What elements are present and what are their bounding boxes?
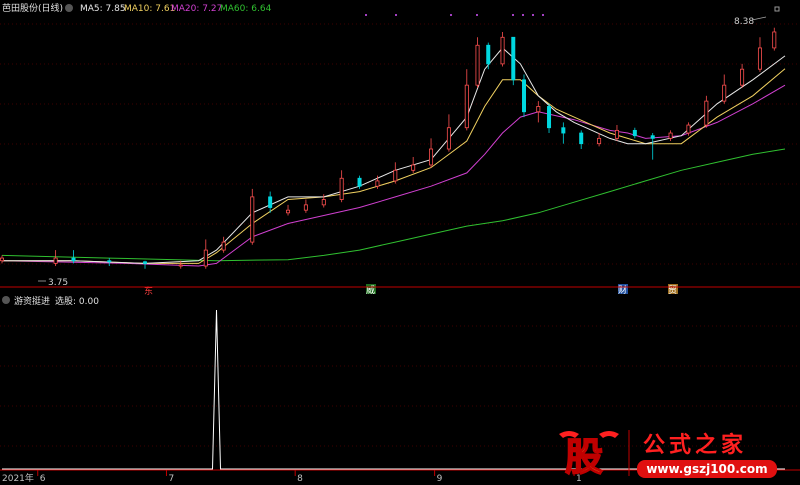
watermark-graphic: 股 公式之家 www.gszj100.com: [559, 430, 777, 480]
indicator-name: 游资挺进: [14, 295, 50, 307]
candle-body: [547, 106, 552, 129]
candle-body: [486, 44, 491, 65]
event-marker-4[interactable]: 贸: [668, 284, 677, 296]
dot-mark: [476, 14, 478, 16]
candle-body: [579, 132, 584, 145]
candle-body: [250, 196, 255, 243]
high-price-label: 8.38: [734, 17, 754, 27]
candle-body: [757, 47, 762, 70]
dot-mark: [542, 14, 544, 16]
settings-dot-icon[interactable]: [65, 4, 73, 12]
candle-body: [143, 261, 148, 264]
watermark: 股 公式之家 www.gszj100.com: [555, 424, 785, 482]
candle-body: [286, 209, 291, 214]
chart-window: 芭田股份(日线) MA5: 7.85 MA10: 7.61 MA20: 7.27…: [0, 0, 800, 485]
candle-body: [429, 148, 434, 166]
indicator-settings-icon[interactable]: [2, 296, 10, 304]
candle-body: [464, 84, 469, 129]
dot-mark: [512, 14, 514, 16]
dot-mark: [365, 14, 367, 16]
candle-body: [772, 31, 777, 49]
candle-body: [0, 257, 4, 262]
x-tick-label: 9: [437, 474, 443, 484]
x-axis-ticks: 67891: [37, 470, 582, 484]
candle-body: [722, 84, 727, 102]
candle-body: [53, 257, 58, 264]
stock-chart: 芭田股份(日线) MA5: 7.85 MA10: 7.61 MA20: 7.27…: [0, 0, 800, 484]
event-marker-2[interactable]: 威: [366, 284, 375, 296]
candle-body: [614, 129, 619, 139]
candle-body: [500, 36, 505, 65]
x-axis-year-label: 2021年: [2, 472, 34, 484]
candle-body: [411, 164, 416, 171]
candle-body: [107, 260, 112, 263]
candle-body: [268, 196, 273, 208]
ma60-label: MA60: 6.64: [220, 4, 272, 14]
header-legend: 芭田股份(日线) MA5: 7.85 MA10: 7.61 MA20: 7.27…: [2, 2, 272, 14]
candle-body: [704, 100, 709, 126]
candle-body: [357, 177, 362, 187]
x-tick-label: 8: [297, 474, 303, 484]
candle-body: [321, 199, 326, 206]
candle-body: [393, 169, 398, 182]
candle-body: [178, 264, 183, 267]
candle-body: [561, 127, 566, 134]
candle-body: [597, 137, 602, 145]
x-tick-label: 6: [40, 474, 46, 484]
candle-body: [71, 257, 76, 262]
candle-body: [650, 135, 655, 139]
candle-body: [511, 36, 516, 81]
dot-mark: [395, 14, 397, 16]
stock-title: 芭田股份(日线): [2, 2, 63, 14]
candle-body: [632, 129, 637, 137]
candle-body: [668, 132, 673, 139]
dot-mark: [522, 14, 524, 16]
candle-body: [740, 68, 745, 86]
ma5-label: MA5: 7.85: [80, 4, 126, 14]
price-panel: 芭田股份(日线) MA5: 7.85 MA10: 7.61 MA20: 7.27…: [0, 0, 800, 297]
watermark-url: www.gszj100.com: [646, 462, 767, 476]
x-tick-label: 7: [168, 474, 174, 484]
watermark-logo-char: 股: [565, 435, 603, 479]
indicator-value: 选股: 0.00: [55, 295, 99, 307]
watermark-brand: 公式之家: [643, 432, 747, 458]
candle-body: [221, 241, 226, 251]
candle-body: [475, 44, 480, 86]
dot-mark: [450, 14, 452, 16]
ma20-label: MA20: 7.27: [171, 4, 222, 14]
candle-body: [522, 79, 527, 113]
dot-mark: [532, 14, 534, 16]
event-marker-3[interactable]: 财: [618, 284, 627, 296]
candle-body: [339, 177, 344, 200]
candle-body: [303, 204, 308, 211]
candle-body: [686, 124, 691, 134]
candle-body: [375, 180, 380, 187]
candle-body: [203, 249, 208, 267]
candle-body: [536, 106, 541, 113]
ma10-label: MA10: 7.61: [124, 4, 175, 14]
candle-body: [446, 127, 451, 150]
